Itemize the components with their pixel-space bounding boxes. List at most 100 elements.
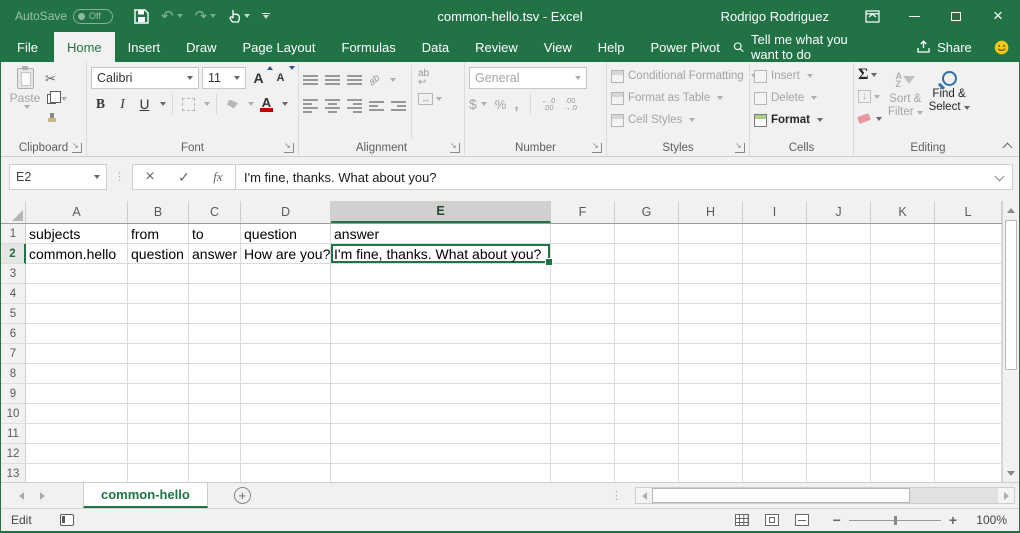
cell-I6[interactable]	[743, 324, 807, 344]
cell-D2[interactable]: How are you?	[241, 244, 331, 264]
clear-button[interactable]	[858, 109, 882, 128]
cell-J2[interactable]	[807, 244, 871, 264]
cell-C11[interactable]	[189, 424, 241, 444]
vertical-scroll-track[interactable]	[1003, 371, 1019, 464]
cell-J8[interactable]	[807, 364, 871, 384]
format-as-table-button[interactable]: Format as Table	[611, 88, 745, 108]
column-header-B[interactable]: B	[128, 201, 189, 223]
cell-J10[interactable]	[807, 404, 871, 424]
cell-G1[interactable]	[615, 224, 679, 244]
horizontal-scrollbar[interactable]	[635, 487, 1015, 504]
cell-H8[interactable]	[679, 364, 743, 384]
cell-F8[interactable]	[551, 364, 615, 384]
alignment-dialog-launcher[interactable]: ↘	[450, 143, 460, 153]
tab-view[interactable]: View	[531, 32, 585, 62]
cell-F7[interactable]	[551, 344, 615, 364]
cell-B3[interactable]	[128, 264, 189, 284]
row-header-10[interactable]: 10	[1, 404, 26, 424]
save-button[interactable]	[129, 3, 154, 29]
cell-A10[interactable]	[26, 404, 128, 424]
cell-B12[interactable]	[128, 444, 189, 464]
cell-H9[interactable]	[679, 384, 743, 404]
cell-H1[interactable]	[679, 224, 743, 244]
cell-H7[interactable]	[679, 344, 743, 364]
cell-B4[interactable]	[128, 284, 189, 304]
italic-button[interactable]: I	[113, 94, 132, 115]
cell-C7[interactable]	[189, 344, 241, 364]
cell-D6[interactable]	[241, 324, 331, 344]
cell-A11[interactable]	[26, 424, 128, 444]
borders-button[interactable]	[179, 94, 198, 115]
column-header-G[interactable]: G	[615, 201, 679, 223]
close-button[interactable]: ×	[977, 0, 1019, 32]
scroll-up-button[interactable]	[1003, 201, 1019, 219]
share-button[interactable]: Share	[916, 40, 972, 55]
cell-C1[interactable]: to	[189, 224, 241, 244]
cell-L9[interactable]	[935, 384, 1002, 404]
delete-cells-button[interactable]: Delete	[754, 88, 849, 108]
cell-H11[interactable]	[679, 424, 743, 444]
normal-view-button[interactable]	[735, 514, 749, 526]
cell-G11[interactable]	[615, 424, 679, 444]
cell-D1[interactable]: question	[241, 224, 331, 244]
cell-J9[interactable]	[807, 384, 871, 404]
formula-bar-grip[interactable]: ⋮	[114, 173, 125, 181]
format-cells-button[interactable]: Format	[754, 110, 849, 130]
cell-J13[interactable]	[807, 464, 871, 482]
cell-F4[interactable]	[551, 284, 615, 304]
middle-align-button[interactable]	[325, 75, 340, 85]
cell-F13[interactable]	[551, 464, 615, 482]
cell-A5[interactable]	[26, 304, 128, 324]
font-dialog-launcher[interactable]: ↘	[284, 143, 294, 153]
cell-H2[interactable]	[679, 244, 743, 264]
cell-A3[interactable]	[26, 264, 128, 284]
cell-F1[interactable]	[551, 224, 615, 244]
horizontal-scroll-thumb[interactable]	[652, 488, 910, 503]
cell-A2[interactable]: common.hello	[26, 244, 128, 264]
scroll-down-button[interactable]	[1003, 464, 1019, 482]
redo-button[interactable]: ↷	[190, 3, 222, 29]
cell-H12[interactable]	[679, 444, 743, 464]
vertical-scrollbar[interactable]	[1002, 201, 1019, 482]
top-align-button[interactable]	[303, 75, 318, 85]
column-header-A[interactable]: A	[26, 201, 128, 223]
format-painter-button[interactable]	[45, 110, 67, 127]
zoom-out-button[interactable]: −	[833, 513, 841, 527]
cell-C12[interactable]	[189, 444, 241, 464]
cell-G6[interactable]	[615, 324, 679, 344]
underline-button[interactable]: U	[135, 94, 154, 115]
row-header-6[interactable]: 6	[1, 324, 26, 344]
cell-J1[interactable]	[807, 224, 871, 244]
cell-I8[interactable]	[743, 364, 807, 384]
ribbon-display-options-button[interactable]	[851, 0, 893, 32]
cell-K13[interactable]	[871, 464, 935, 482]
zoom-slider-handle[interactable]	[894, 516, 897, 525]
column-header-C[interactable]: C	[189, 201, 241, 223]
cell-B9[interactable]	[128, 384, 189, 404]
cell-E13[interactable]	[331, 464, 551, 482]
cell-E12[interactable]	[331, 444, 551, 464]
cell-G12[interactable]	[615, 444, 679, 464]
column-header-F[interactable]: F	[551, 201, 615, 223]
cell-B8[interactable]	[128, 364, 189, 384]
cell-G10[interactable]	[615, 404, 679, 424]
formula-input[interactable]: I'm fine, thanks. What about you?	[236, 164, 1013, 190]
cell-F6[interactable]	[551, 324, 615, 344]
cell-K10[interactable]	[871, 404, 935, 424]
cell-K8[interactable]	[871, 364, 935, 384]
cell-L11[interactable]	[935, 424, 1002, 444]
cell-G7[interactable]	[615, 344, 679, 364]
tab-file[interactable]: File	[1, 32, 54, 62]
feedback-smiley-icon[interactable]	[994, 38, 1009, 57]
cell-D3[interactable]	[241, 264, 331, 284]
cell-B2[interactable]: question	[128, 244, 189, 264]
cell-F9[interactable]	[551, 384, 615, 404]
cell-E4[interactable]	[331, 284, 551, 304]
cell-B5[interactable]	[128, 304, 189, 324]
cell-G4[interactable]	[615, 284, 679, 304]
cell-K11[interactable]	[871, 424, 935, 444]
accounting-format-button[interactable]: $	[469, 96, 477, 112]
enter-entry-button[interactable]: ✓	[167, 165, 201, 189]
font-size-combo[interactable]: 11	[202, 67, 246, 89]
styles-dialog-launcher[interactable]: ↘	[735, 143, 745, 153]
